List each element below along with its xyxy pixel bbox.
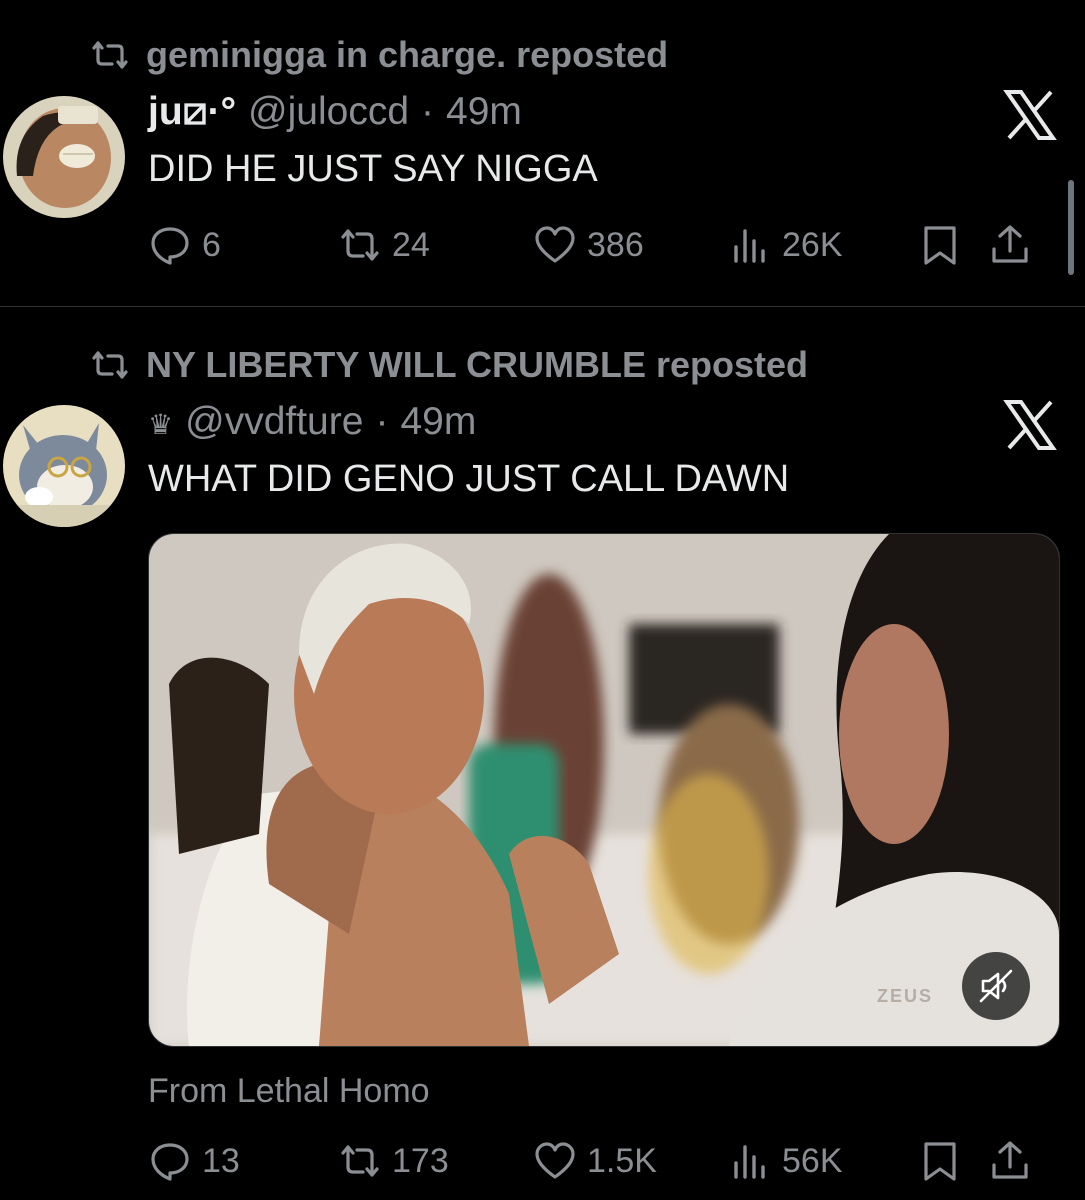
separator-dot: ·	[421, 90, 435, 133]
share-button[interactable]	[988, 1139, 1048, 1183]
repost-icon	[341, 1145, 379, 1177]
post-text: DID HE JUST SAY NIGGA	[148, 148, 598, 190]
repost-context[interactable]: NY LIBERTY WILL CRUMBLE reposted	[88, 344, 808, 386]
bookmark-icon	[924, 1142, 956, 1181]
reply-count: 6	[202, 225, 221, 264]
views-count: 56K	[782, 1141, 843, 1180]
media-attribution[interactable]: From Lethal Homo	[148, 1072, 430, 1111]
share-icon	[992, 1141, 1028, 1179]
repost-button[interactable]: 24	[338, 223, 533, 267]
repost-icon	[92, 41, 128, 69]
separator-dot: ·	[375, 400, 389, 443]
scrollbar[interactable]	[1068, 180, 1074, 275]
views-button[interactable]: 56K	[728, 1139, 918, 1183]
repost-icon	[341, 229, 379, 261]
views-button[interactable]: 26K	[728, 223, 918, 267]
repost-count: 173	[392, 1141, 449, 1180]
bookmark-button[interactable]	[918, 223, 988, 267]
analytics-icon	[734, 229, 765, 263]
share-icon	[992, 225, 1028, 263]
reply-button[interactable]: 6	[148, 223, 338, 267]
repost-button[interactable]: 173	[338, 1139, 533, 1183]
repost-count: 24	[392, 225, 430, 264]
repost-label: NY LIBERTY WILL CRUMBLE reposted	[146, 344, 809, 385]
video-frame	[149, 534, 1059, 1046]
share-button[interactable]	[988, 223, 1048, 267]
repost-icon	[92, 351, 128, 379]
like-count: 1.5K	[587, 1141, 657, 1180]
action-bar: 6 24 386 26K	[148, 220, 1053, 270]
video-watermark: ZEUS	[877, 986, 934, 1006]
muted-speaker-icon	[979, 969, 1013, 1003]
repost-context[interactable]: geminigga in charge. reposted	[88, 34, 668, 76]
post-text: WHAT DID GENO JUST CALL DAWN	[148, 458, 790, 500]
heart-icon	[535, 1142, 575, 1179]
divider	[0, 306, 1085, 307]
display-name[interactable]: ju⧄·°	[148, 90, 236, 134]
heart-icon	[535, 226, 575, 263]
bookmark-button[interactable]	[918, 1139, 988, 1183]
repost-label: geminigga in charge. reposted	[146, 34, 669, 75]
timestamp[interactable]: 49m	[446, 90, 522, 134]
x-logo-icon	[1003, 88, 1057, 142]
analytics-icon	[734, 1145, 765, 1179]
bookmark-icon	[924, 226, 956, 265]
post-header: ♛ @vvdfture · 49m	[148, 400, 476, 444]
reply-icon	[151, 1143, 189, 1181]
video-player[interactable]: ZEUS	[148, 533, 1060, 1047]
mute-toggle[interactable]	[962, 952, 1030, 1020]
timestamp[interactable]: 49m	[400, 400, 476, 444]
user-handle[interactable]: @juloccd	[248, 90, 409, 134]
views-count: 26K	[782, 225, 843, 264]
user-handle[interactable]: @vvdfture	[185, 400, 363, 444]
reply-button[interactable]: 13	[148, 1139, 338, 1183]
action-bar: 13 173 1.5K 56K	[148, 1136, 1053, 1186]
avatar[interactable]	[3, 405, 125, 527]
reply-count: 13	[202, 1141, 240, 1180]
like-button[interactable]: 386	[533, 223, 728, 267]
like-button[interactable]: 1.5K	[533, 1139, 728, 1183]
like-count: 386	[587, 225, 644, 264]
avatar[interactable]	[3, 96, 125, 218]
display-name[interactable]: ♛	[148, 408, 173, 441]
post-header: ju⧄·° @juloccd · 49m	[148, 90, 522, 134]
x-logo-icon	[1003, 398, 1057, 452]
reply-icon	[151, 227, 189, 265]
